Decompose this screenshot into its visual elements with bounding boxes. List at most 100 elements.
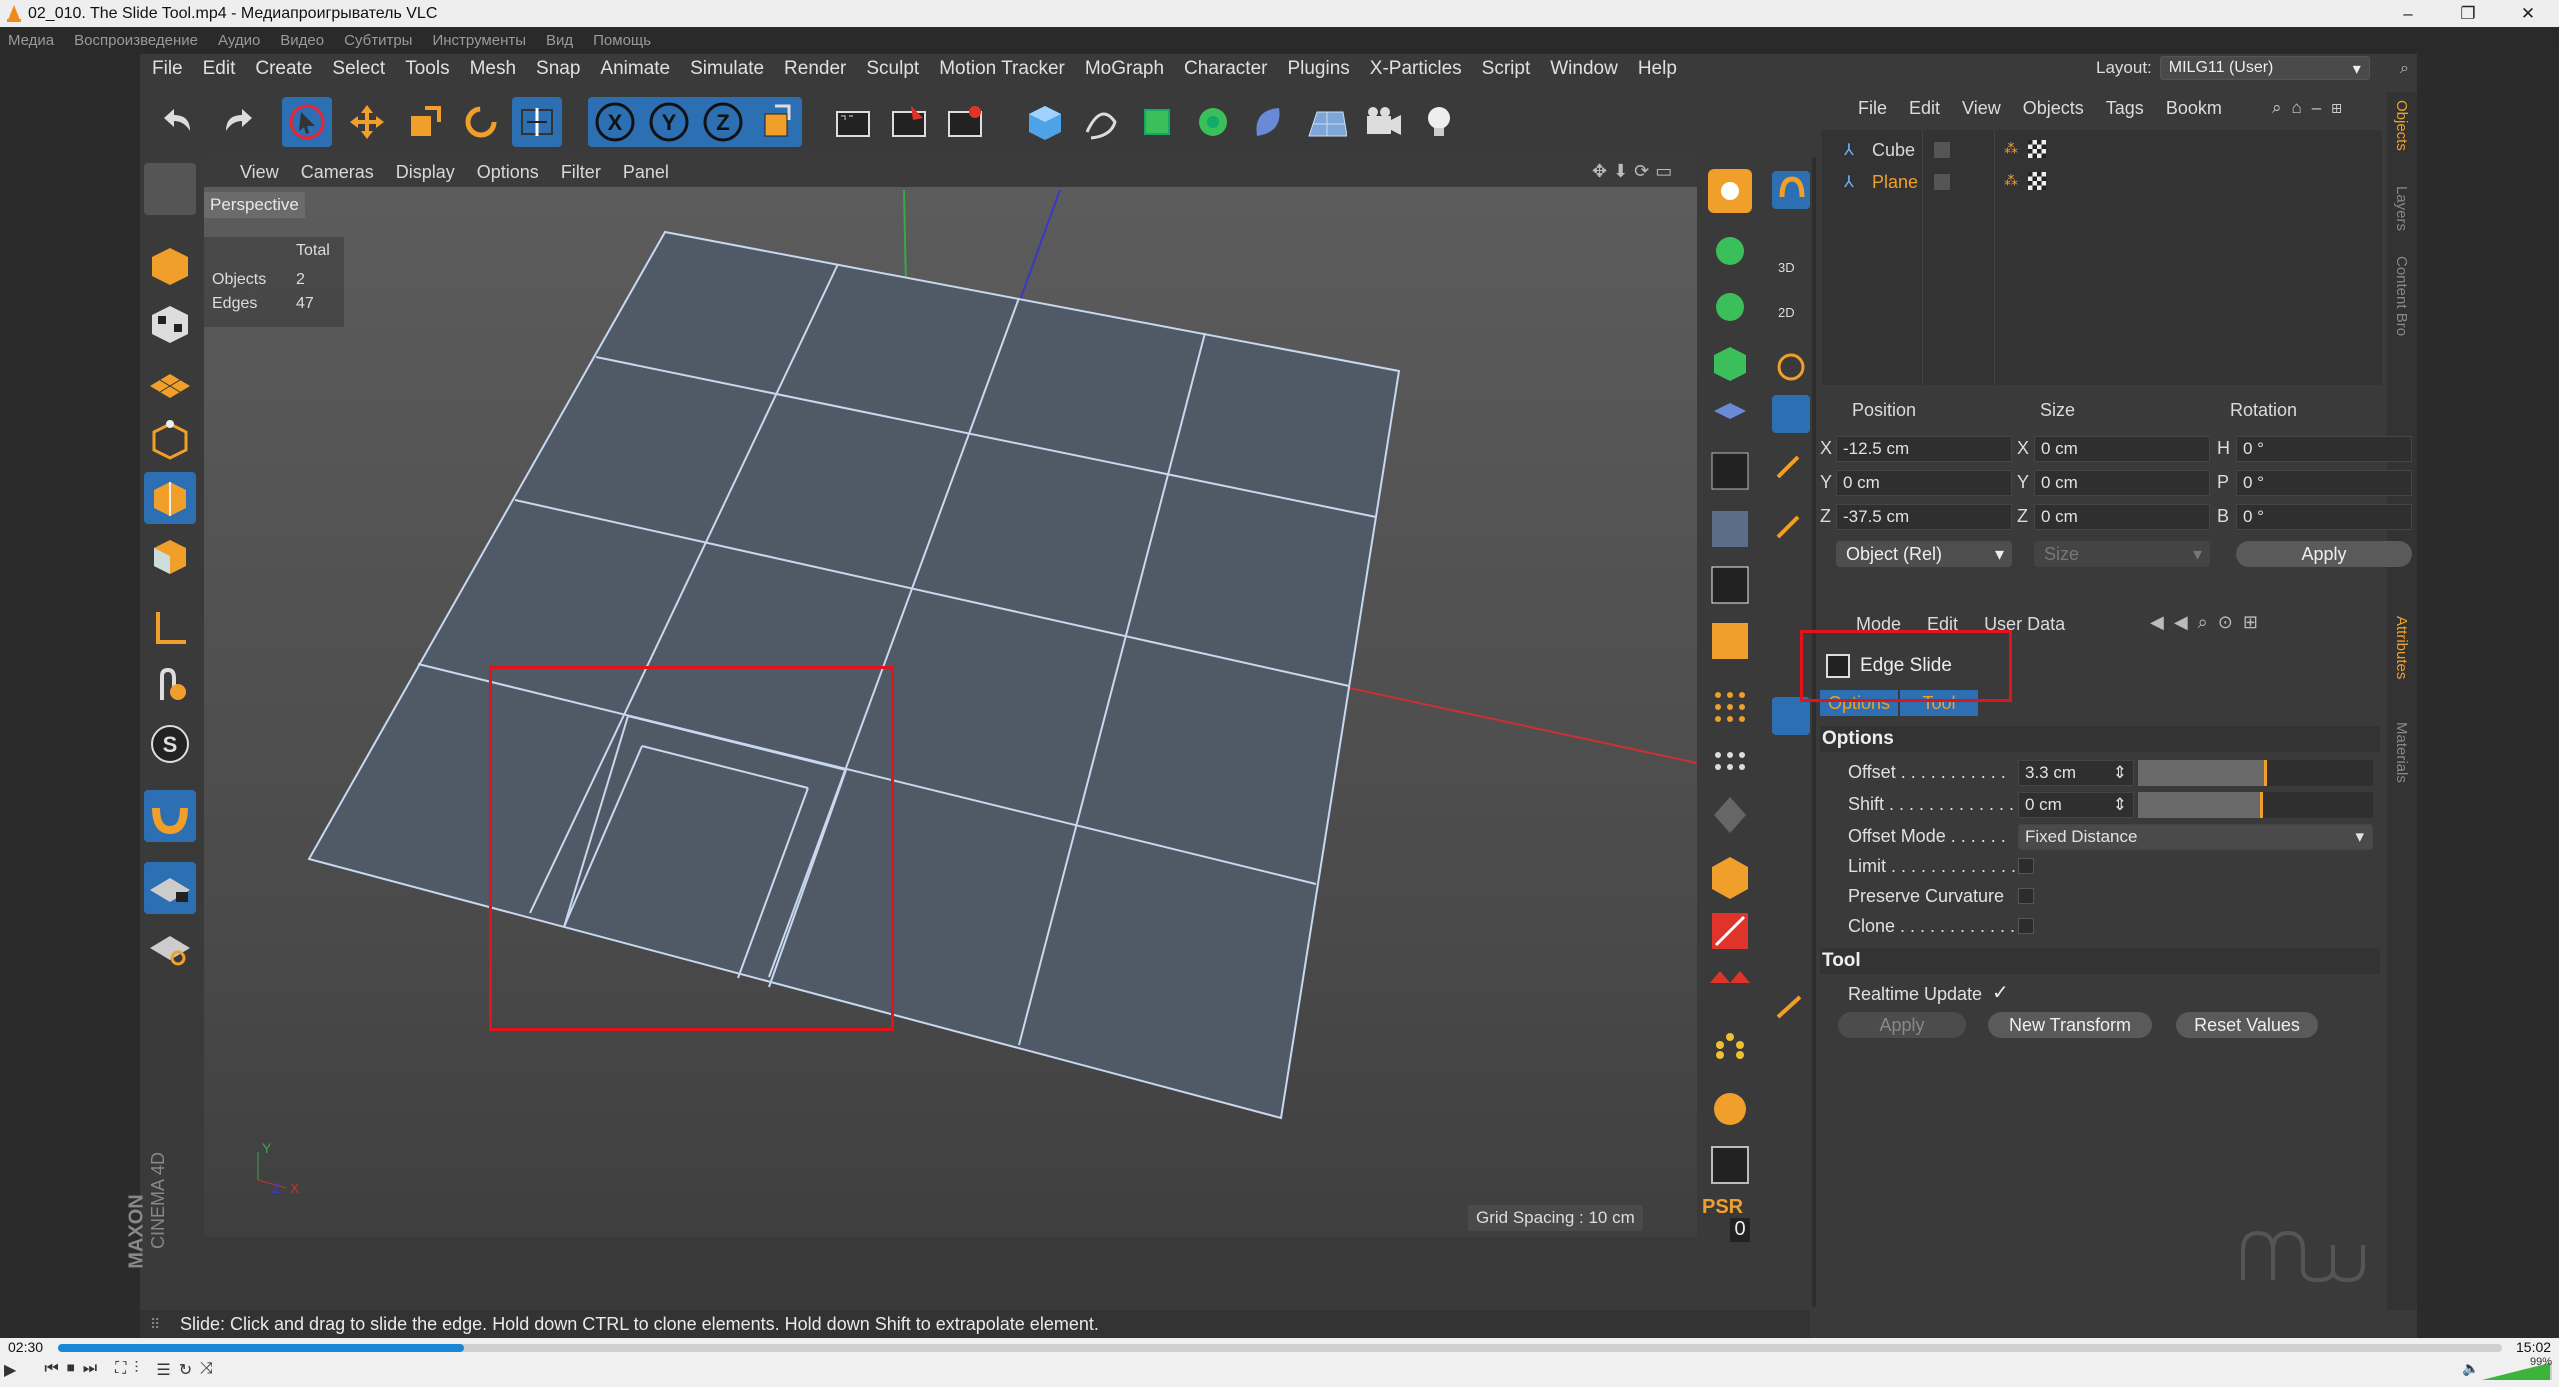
objects-menu-bookmarks[interactable]: Bookm — [2166, 98, 2222, 122]
viewport-menu-cameras[interactable]: Cameras — [301, 162, 374, 183]
objects-panel-nav-icons[interactable]: ⌕⌂–⊞ — [2272, 98, 2352, 118]
attributes-nav-icons[interactable]: ◀◀⌕⊙⊞ — [2150, 612, 2268, 633]
make-editable-icon[interactable] — [144, 163, 196, 215]
polygons-mode-icon[interactable] — [144, 530, 196, 582]
model-mode-icon[interactable] — [144, 240, 196, 292]
c4d-menu-mesh[interactable]: Mesh — [470, 58, 516, 80]
vlc-menu-video[interactable]: Видео — [280, 32, 324, 49]
size-mode-select[interactable]: Size ▾ — [2034, 541, 2210, 567]
render-view-icon[interactable] — [828, 97, 878, 147]
vlc-menu-help[interactable]: Помощь — [593, 32, 651, 49]
tab-objects[interactable]: Objects — [2393, 100, 2410, 151]
new-transform-button[interactable]: New Transform — [1988, 1012, 2152, 1038]
limit-checkbox[interactable] — [2018, 858, 2034, 874]
c4d-menu-create[interactable]: Create — [255, 58, 312, 80]
magnet-icon[interactable] — [144, 790, 196, 842]
object-name-plane[interactable]: Plane — [1872, 172, 1918, 193]
z-axis-icon[interactable]: Z — [698, 97, 748, 147]
rotate-icon[interactable] — [456, 97, 506, 147]
c4d-menu-mograph[interactable]: MoGraph — [1085, 58, 1164, 80]
offset-slider[interactable] — [2138, 760, 2373, 786]
axis-mode-icon[interactable] — [144, 602, 196, 654]
loop-icon[interactable]: ↻ — [179, 1360, 192, 1380]
extended-settings-icon[interactable]: ⫶ — [134, 1360, 138, 1380]
cube-icon[interactable] — [1020, 97, 1070, 147]
position-x-field[interactable]: -12.5 cm — [1836, 436, 2012, 462]
close-button[interactable]: ✕ — [2505, 0, 2551, 27]
vlc-menu-tools[interactable]: Инструменты — [432, 32, 526, 49]
coords-apply-button[interactable]: Apply — [2236, 541, 2412, 567]
c4d-menu-edit[interactable]: Edit — [203, 58, 236, 80]
deformer-icon[interactable] — [1244, 97, 1294, 147]
c4d-menu-animate[interactable]: Animate — [600, 58, 670, 80]
reset-values-button[interactable]: Reset Values — [2176, 1012, 2318, 1038]
preserve-curvature-checkbox[interactable] — [2018, 888, 2034, 904]
floor-icon[interactable] — [1300, 97, 1350, 147]
lock-workplane-icon[interactable] — [144, 862, 196, 914]
objects-menu-tags[interactable]: Tags — [2106, 98, 2144, 122]
size-x-field[interactable]: 0 cm — [2034, 436, 2210, 462]
tweak-mode-icon[interactable] — [144, 660, 196, 712]
scale-icon[interactable] — [400, 97, 450, 147]
c4d-menu-simulate[interactable]: Simulate — [690, 58, 764, 80]
live-selection-icon[interactable] — [282, 97, 332, 147]
c4d-menu-window[interactable]: Window — [1550, 58, 1618, 80]
coordinate-mode-select[interactable]: Object (Rel) ▾ — [1836, 541, 2012, 567]
coordinate-system-icon[interactable] — [752, 97, 802, 147]
render-picture-viewer-icon[interactable] — [884, 97, 934, 147]
c4d-menu-help[interactable]: Help — [1638, 58, 1677, 80]
object-name-cube[interactable]: Cube — [1872, 140, 1915, 161]
redo-icon[interactable] — [212, 97, 262, 147]
maximize-button[interactable]: ❐ — [2445, 0, 2491, 27]
objects-menu-objects[interactable]: Objects — [2023, 98, 2084, 122]
undo-icon[interactable] — [154, 97, 204, 147]
texture-mode-icon[interactable] — [144, 298, 196, 350]
phong-tag-icon[interactable]: ⁂ — [2004, 140, 2018, 157]
play-icon[interactable]: ▶ — [4, 1360, 16, 1380]
vlc-menu-subtitles[interactable]: Субтитры — [344, 32, 412, 49]
stop-icon[interactable]: ⏹ — [67, 1360, 75, 1380]
move-icon[interactable] — [342, 97, 392, 147]
c4d-menu-file[interactable]: File — [152, 58, 183, 80]
vlc-menu-audio[interactable]: Аудио — [218, 32, 260, 49]
c4d-menu-script[interactable]: Script — [1482, 58, 1531, 80]
playlist-icon[interactable]: ☰ — [156, 1360, 170, 1380]
vlc-menu-playback[interactable]: Воспроизведение — [74, 32, 198, 49]
points-mode-icon[interactable] — [144, 414, 196, 466]
viewport-menu-view[interactable]: View — [240, 162, 279, 183]
size-z-field[interactable]: 0 cm — [2034, 504, 2210, 530]
perspective-viewport[interactable]: Y Z X — [204, 187, 1697, 1237]
object-row-plane[interactable]: ⅄ Plane ⁂ — [1822, 168, 2382, 198]
layout-select[interactable]: MILG11 (User) ▾ — [2159, 56, 2370, 80]
tab-content-browser[interactable]: Content Bro — [2393, 256, 2410, 336]
subdivision-surface-icon[interactable] — [1132, 97, 1182, 147]
c4d-menu-plugins[interactable]: Plugins — [1287, 58, 1349, 80]
c4d-menu-tools[interactable]: Tools — [405, 58, 449, 80]
vlc-menu-view[interactable]: Вид — [546, 32, 573, 49]
spline-pen-icon[interactable] — [1076, 97, 1126, 147]
seek-bar[interactable] — [58, 1344, 2502, 1352]
objects-menu-view[interactable]: View — [1962, 98, 2001, 122]
clone-checkbox[interactable] — [2018, 918, 2034, 934]
position-y-field[interactable]: 0 cm — [1836, 470, 2012, 496]
c4d-menu-snap[interactable]: Snap — [536, 58, 580, 80]
phong-tag-icon[interactable]: ⁂ — [2004, 172, 2018, 189]
position-z-field[interactable]: -37.5 cm — [1836, 504, 2012, 530]
c4d-menu-motion-tracker[interactable]: Motion Tracker — [939, 58, 1065, 80]
y-axis-icon[interactable]: Y — [644, 97, 694, 147]
visibility-toggle-icon[interactable] — [1934, 174, 1950, 190]
camera-icon[interactable] — [1358, 97, 1408, 147]
objects-menu-edit[interactable]: Edit — [1909, 98, 1940, 122]
render-settings-icon[interactable] — [940, 97, 990, 147]
object-row-cube[interactable]: ⅄ Cube ⁂ — [1822, 136, 2382, 166]
previous-icon[interactable]: ⏮ — [44, 1360, 58, 1380]
visibility-toggle-icon[interactable] — [1934, 142, 1950, 158]
mograph-cloner-icon[interactable] — [1188, 97, 1238, 147]
rotation-b-field[interactable]: 0 ° — [2236, 504, 2412, 530]
rotation-h-field[interactable]: 0 ° — [2236, 436, 2412, 462]
material-tag-icon[interactable] — [2028, 172, 2046, 190]
edges-mode-icon[interactable] — [144, 472, 196, 524]
size-y-field[interactable]: 0 cm — [2034, 470, 2210, 496]
c4d-menu-render[interactable]: Render — [784, 58, 846, 80]
snap-icon[interactable]: S — [144, 718, 196, 770]
